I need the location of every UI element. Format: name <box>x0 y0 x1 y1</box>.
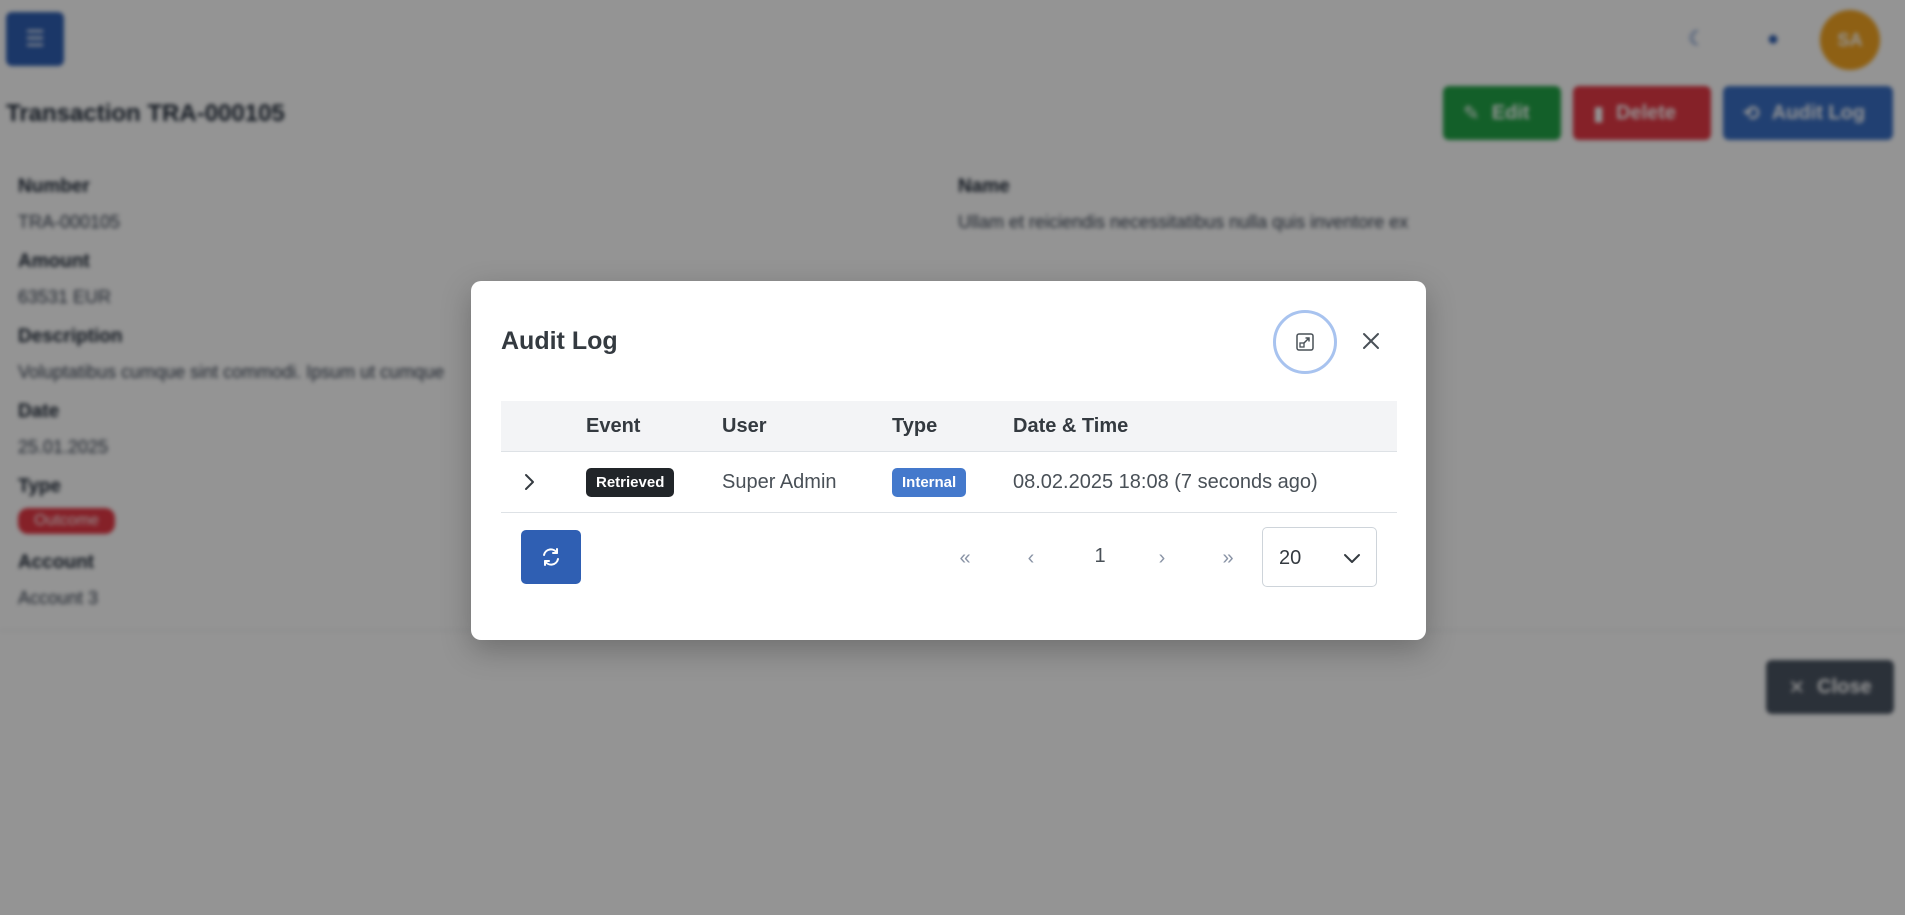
event-badge: Retrieved <box>586 468 675 497</box>
audit-log-table: Event User Type Date & Time Retrieved Su… <box>501 401 1397 513</box>
prev-page-button[interactable]: ‹ <box>1014 541 1048 575</box>
page-size-select[interactable]: 20 <box>1262 527 1377 587</box>
expand-icon <box>1296 333 1314 351</box>
table-header: Event User Type Date & Time <box>501 401 1397 452</box>
audit-log-modal: Audit Log Event User Type Date & Time Re… <box>471 281 1426 640</box>
page-size-value: 20 <box>1279 547 1302 569</box>
close-icon <box>1363 333 1379 349</box>
user-cell: Super Admin <box>722 471 837 493</box>
type-badge: Internal <box>892 468 967 497</box>
next-page-button[interactable]: › <box>1145 541 1179 575</box>
table-row[interactable]: Retrieved Super Admin Internal 08.02.202… <box>501 452 1397 513</box>
datetime-cell: 08.02.2025 18:08 (7 seconds ago) <box>1013 471 1318 493</box>
first-page-button[interactable]: « <box>948 541 982 575</box>
last-page-button[interactable]: » <box>1211 541 1245 575</box>
current-page[interactable]: 1 <box>1077 545 1123 568</box>
refresh-icon <box>543 548 559 566</box>
refresh-button[interactable] <box>521 530 581 584</box>
expand-button[interactable] <box>1273 310 1337 374</box>
modal-title: Audit Log <box>501 327 618 355</box>
chevron-right-icon[interactable] <box>519 472 539 492</box>
chevron-down-icon <box>1344 554 1360 563</box>
column-header-event[interactable]: Event <box>586 415 640 438</box>
column-header-type[interactable]: Type <box>892 415 937 438</box>
column-header-user[interactable]: User <box>722 415 766 438</box>
modal-close-button[interactable] <box>1351 321 1391 361</box>
column-header-datetime[interactable]: Date & Time <box>1013 415 1128 438</box>
